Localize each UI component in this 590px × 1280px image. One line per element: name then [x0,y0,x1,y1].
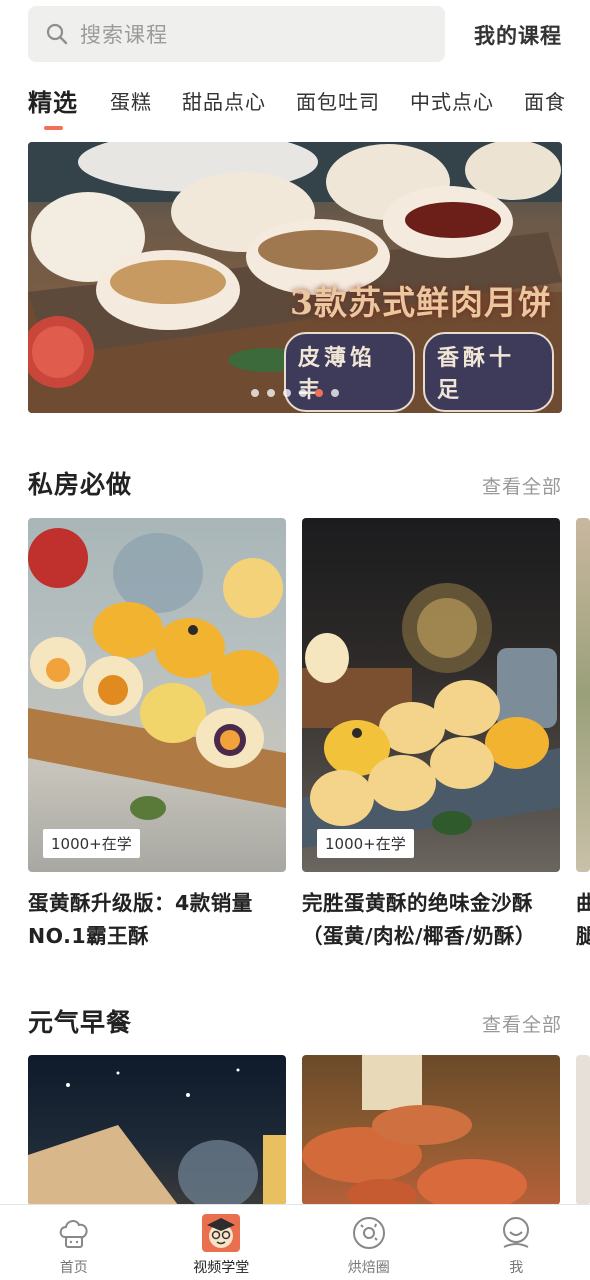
course-card[interactable] [302,1055,560,1205]
nav-me[interactable]: 我 [443,1205,590,1280]
donut-icon [349,1213,389,1253]
bottom-nav: 首页 视频学堂 烘焙圈 我 [0,1204,590,1280]
course-card[interactable]: 曲腿 [576,518,590,953]
nav-home[interactable]: 首页 [0,1205,148,1280]
carousel-dot[interactable] [267,389,275,397]
carousel-dot[interactable] [331,389,339,397]
course-title: 曲腿 [576,891,590,948]
nav-baking-circle[interactable]: 烘焙圈 [295,1205,443,1280]
smiley-face-icon [496,1213,536,1253]
nav-label: 烘焙圈 [347,1260,390,1276]
banner-subtitle-left: 皮薄馅丰 [284,332,415,412]
banner-subtitle-right: 香酥十足 [423,332,554,412]
nav-label: 首页 [59,1260,88,1276]
course-card[interactable] [28,1055,286,1205]
nav-video-school[interactable]: 视频学堂 [148,1205,296,1280]
tab-featured[interactable]: 精选 [28,86,78,118]
course-title: 蛋黄酥升级版：4款销量NO.1霸王酥 [28,891,253,948]
carousel-dots [28,389,562,397]
section-title-private-kitchen: 私房必做 [28,470,133,499]
course-thumbnail [302,1055,560,1205]
banner-subtitle: 皮薄馅丰 香酥十足 [284,332,562,412]
nav-label: 我 [509,1260,524,1276]
search-input[interactable]: 搜索课程 [28,6,445,62]
search-placeholder: 搜索课程 [80,23,168,47]
course-thumbnail [28,1055,286,1205]
banner-title: 3款苏式鲜肉月饼 [290,283,552,322]
course-thumbnail [576,518,590,872]
carousel-dot[interactable] [299,389,307,397]
active-tab-indicator [44,126,63,130]
search-icon [46,23,68,45]
see-all-link[interactable]: 查看全部 [482,472,562,499]
my-courses-link[interactable]: 我的课程 [474,20,562,50]
nav-label: 视频学堂 [193,1260,250,1276]
chef-hat-icon [54,1213,94,1253]
see-all-link[interactable]: 查看全部 [482,1010,562,1037]
carousel-dot[interactable] [283,389,291,397]
course-title: 完胜蛋黄酥的绝味金沙酥（蛋黄/肉松/椰香/奶酥） [302,891,536,948]
category-tabs: 精选 蛋糕 甜品点心 面包吐司 中式点心 面食 [28,86,590,136]
course-thumbnail: 1000+在学 [302,518,560,872]
course-card[interactable]: 1000+在学 蛋黄酥升级版：4款销量NO.1霸王酥 [28,518,286,953]
teacher-avatar-icon [201,1213,241,1253]
carousel-dot-active[interactable] [315,389,323,397]
course-card[interactable] [576,1055,590,1205]
banner-carousel[interactable]: 3款苏式鲜肉月饼 皮薄馅丰 香酥十足 [28,142,562,413]
learners-badge: 1000+在学 [43,829,140,858]
tab-cake[interactable]: 蛋糕 [110,86,152,115]
learners-badge: 1000+在学 [317,829,414,858]
course-thumbnail [576,1055,590,1205]
course-card[interactable]: 1000+在学 完胜蛋黄酥的绝味金沙酥（蛋黄/肉松/椰香/奶酥） [302,518,560,953]
tab-noodles[interactable]: 面食 [524,86,566,115]
tab-bread[interactable]: 面包吐司 [296,86,380,115]
section-title-breakfast: 元气早餐 [28,1008,133,1037]
carousel-dot[interactable] [251,389,259,397]
tab-desserts[interactable]: 甜品点心 [182,86,266,115]
course-thumbnail: 1000+在学 [28,518,286,872]
tab-chinese-pastry[interactable]: 中式点心 [410,86,494,115]
